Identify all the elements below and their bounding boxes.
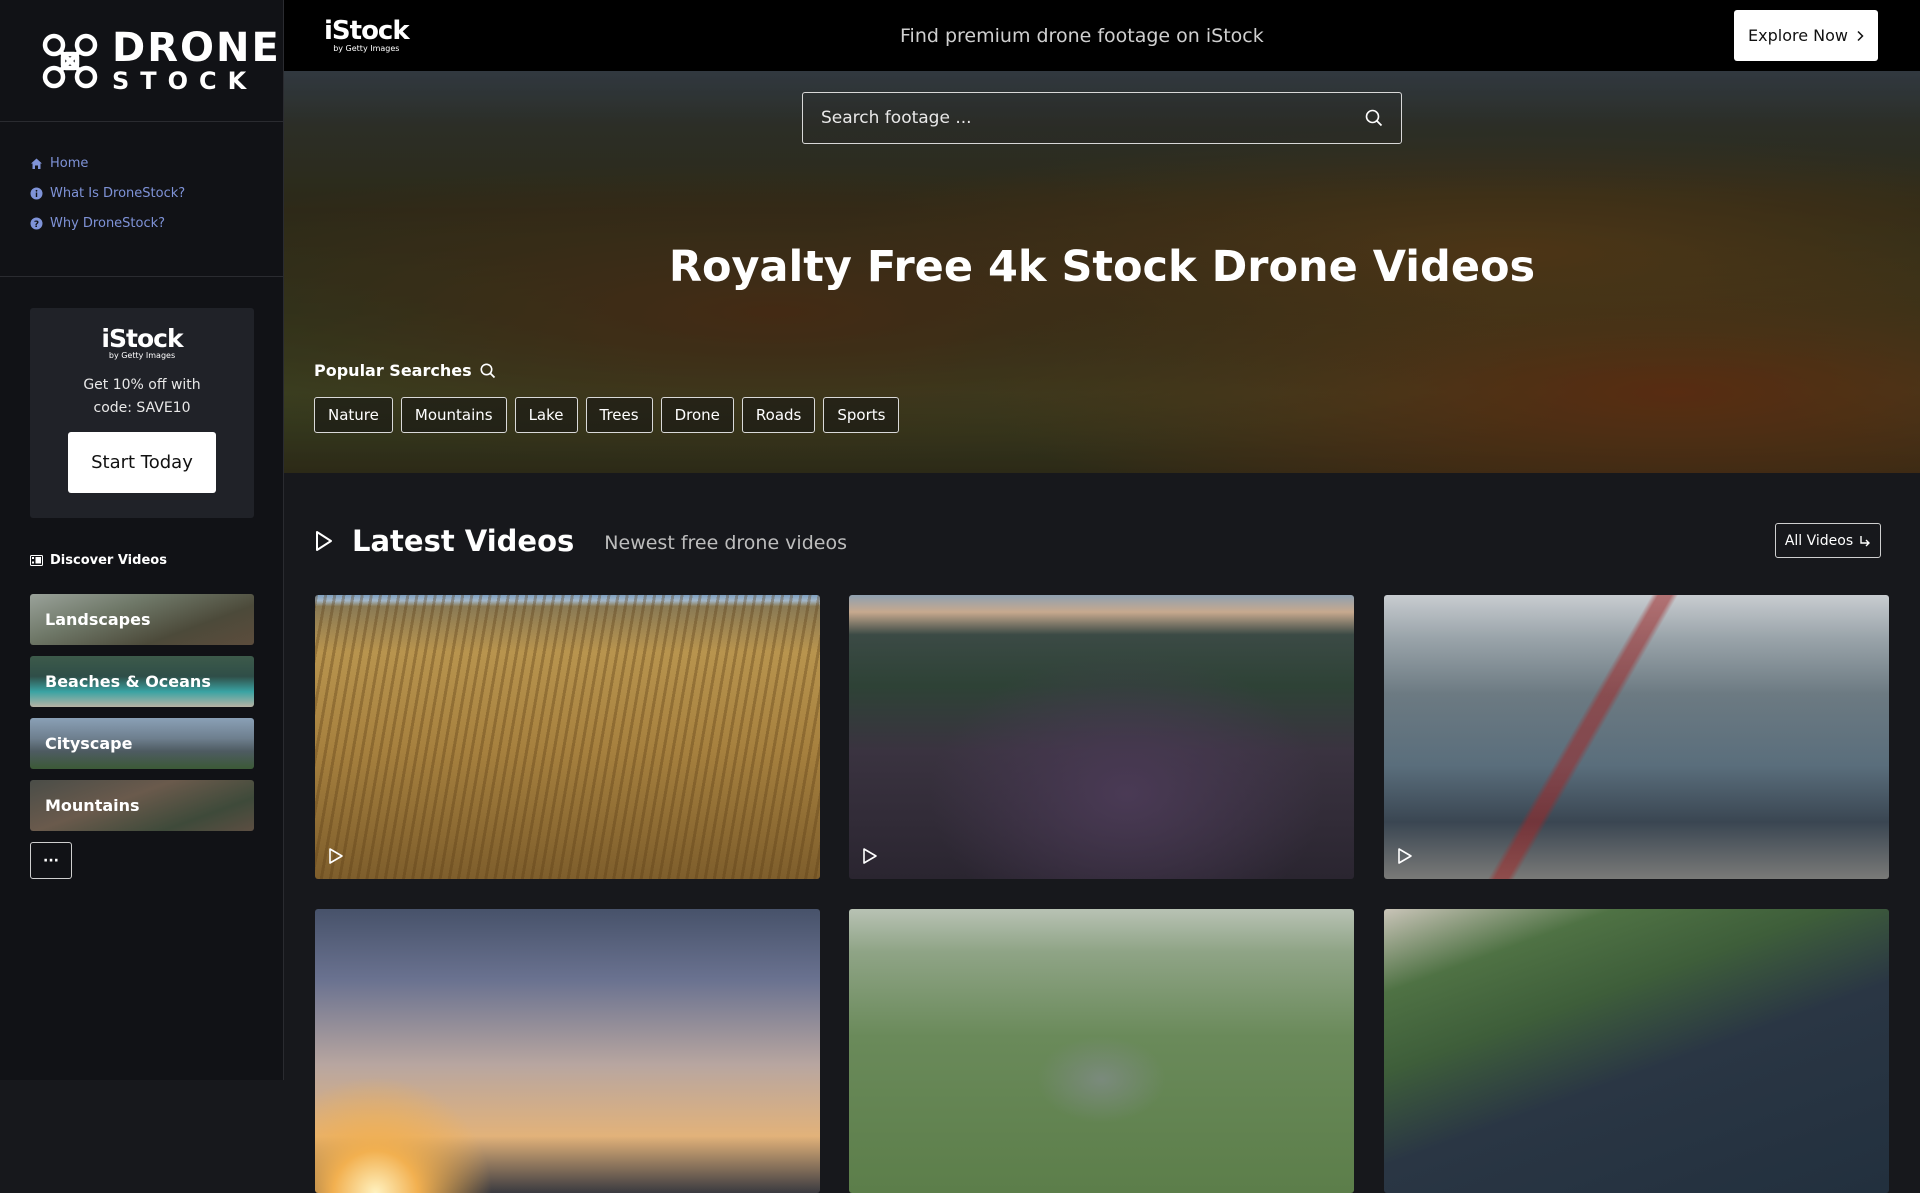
nav-why[interactable]: ? Why DroneStock?: [30, 216, 253, 231]
sidebar-nav: Home What Is DroneStock? ? Why DroneStoc…: [0, 122, 283, 277]
category-label: Beaches & Oceans: [45, 672, 211, 691]
nav-home-label: Home: [50, 156, 89, 171]
nav-what-is-label: What Is DroneStock?: [50, 186, 186, 201]
home-icon: [30, 157, 43, 170]
promo-text: Get 10% off with code: SAVE10: [83, 377, 201, 416]
explore-now-button[interactable]: Explore Now: [1734, 10, 1878, 61]
all-videos-label: All Videos: [1784, 532, 1854, 549]
discover-videos-heading: Discover Videos: [30, 553, 167, 568]
istock-brand: iStock: [101, 324, 183, 353]
popular-searches-heading: Popular Searches: [314, 361, 496, 380]
istock-logo: iStock by Getty Images: [101, 324, 183, 360]
video-thumbnail-waterfront-homes[interactable]: [1384, 909, 1889, 1193]
topbar: iStock by Getty Images Find premium dron…: [284, 0, 1920, 71]
popular-search-chips: Nature Mountains Lake Trees Drone Roads …: [314, 397, 900, 433]
chip-mountains[interactable]: Mountains: [400, 397, 507, 433]
more-categories-button[interactable]: ···: [30, 842, 72, 879]
search-icon[interactable]: [1365, 109, 1383, 127]
play-icon: [863, 848, 877, 864]
discover-videos-label: Discover Videos: [50, 553, 167, 568]
logo-line-1: DRONE: [112, 25, 281, 71]
search-icon: [480, 363, 495, 378]
sidebar: DRONE STOCK Home What Is DroneStock? ? W…: [0, 0, 284, 1080]
category-mountains[interactable]: Mountains: [30, 780, 254, 831]
chip-roads[interactable]: Roads: [741, 397, 816, 433]
svg-text:?: ?: [34, 220, 39, 230]
video-thumbnail-jungle-waterfall[interactable]: [849, 909, 1354, 1193]
video-thumbnail-concert-crowd[interactable]: [849, 595, 1354, 879]
nav-home[interactable]: Home: [30, 156, 253, 171]
nav-what-is[interactable]: What Is DroneStock?: [30, 186, 253, 201]
play-icon: [1398, 848, 1412, 864]
video-thumbnail-wheat-field[interactable]: [315, 595, 820, 879]
play-icon: [316, 531, 332, 551]
istock-brand-sub: by Getty Images: [333, 44, 400, 53]
search-input[interactable]: [821, 108, 1365, 128]
category-beaches-oceans[interactable]: Beaches & Oceans: [30, 656, 254, 707]
start-today-button[interactable]: Start Today: [68, 432, 216, 493]
latest-videos-header: Latest Videos Newest free drone videos: [314, 524, 847, 558]
category-cityscape[interactable]: Cityscape: [30, 718, 254, 769]
chip-lake[interactable]: Lake: [514, 397, 578, 433]
dronestock-logo[interactable]: DRONE STOCK: [0, 0, 283, 122]
video-thumbnail-harbor-cranes[interactable]: [1384, 595, 1889, 879]
nav-why-label: Why DroneStock?: [50, 216, 166, 231]
video-thumbnail-sunset-ocean[interactable]: [315, 909, 820, 1193]
search-box: [802, 92, 1402, 144]
all-videos-button[interactable]: All Videos: [1775, 523, 1881, 558]
hero-banner: Royalty Free 4k Stock Drone Videos Popul…: [284, 71, 1920, 473]
logo-line-2: STOCK: [112, 67, 258, 95]
istock-brand-sub: by Getty Images: [108, 351, 176, 360]
category-label: Mountains: [45, 796, 140, 815]
category-label: Cityscape: [45, 734, 133, 753]
chip-drone[interactable]: Drone: [660, 397, 734, 433]
drone-icon: [42, 33, 98, 88]
info-icon: [30, 187, 43, 200]
chip-nature[interactable]: Nature: [314, 397, 393, 433]
arrow-turn-icon: [1860, 535, 1871, 546]
latest-videos-title: Latest Videos: [352, 524, 575, 558]
play-icon: [329, 848, 343, 864]
istock-promo: iStock by Getty Images Get 10% off with …: [30, 308, 254, 518]
chip-trees[interactable]: Trees: [585, 397, 653, 433]
chip-sports[interactable]: Sports: [823, 397, 900, 433]
topbar-tagline: Find premium drone footage on iStock: [900, 24, 1264, 47]
popular-searches-label: Popular Searches: [314, 361, 472, 380]
hero-title: Royalty Free 4k Stock Drone Videos: [668, 242, 1536, 292]
latest-videos-subtitle: Newest free drone videos: [604, 532, 847, 554]
film-icon: [30, 555, 43, 566]
explore-now-label: Explore Now: [1748, 26, 1848, 45]
category-label: Landscapes: [45, 610, 151, 629]
istock-topbar-logo[interactable]: iStock by Getty Images: [324, 16, 410, 53]
istock-brand: iStock: [324, 16, 410, 46]
category-landscapes[interactable]: Landscapes: [30, 594, 254, 645]
question-icon: ?: [30, 217, 43, 230]
chevron-right-icon: [1857, 30, 1864, 41]
